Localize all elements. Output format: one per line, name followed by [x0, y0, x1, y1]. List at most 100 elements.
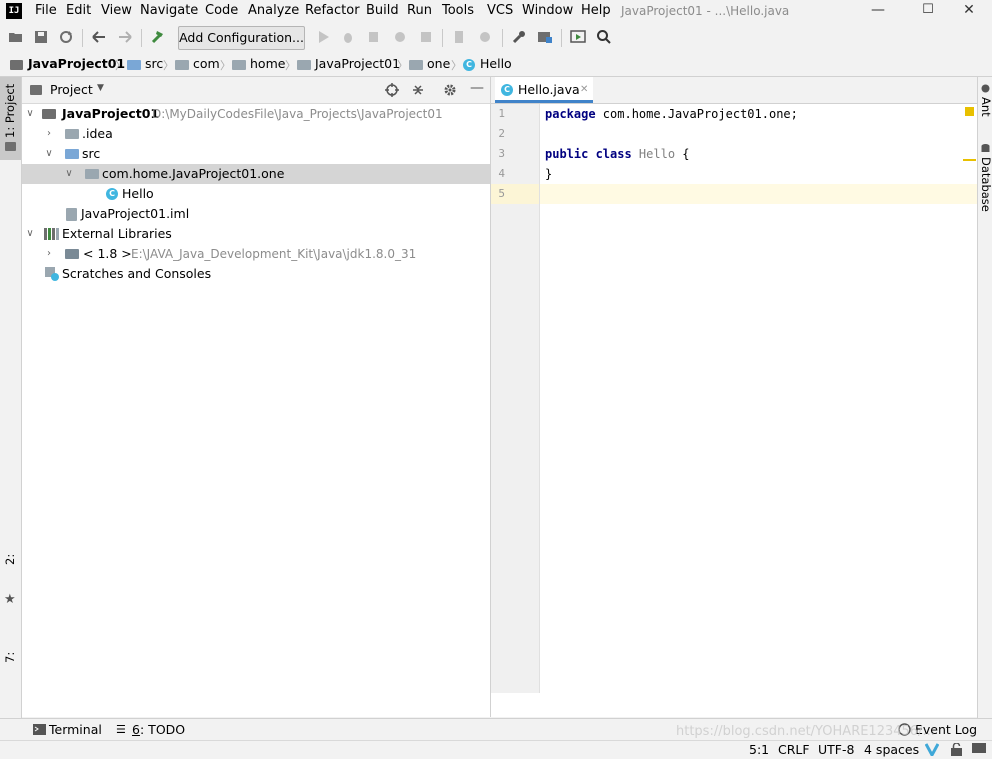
- tab-hello-java[interactable]: C Hello.java ✕: [495, 77, 593, 103]
- code-line-3[interactable]: public class Hello {: [545, 144, 690, 164]
- vcs-update-icon[interactable]: [477, 29, 493, 45]
- tree-item-project-root[interactable]: ∨ JavaProject01 D:\MyDailyCodesFile\Java…: [22, 104, 490, 124]
- indent-setting[interactable]: 4 spaces: [864, 742, 919, 758]
- chevron-down-icon[interactable]: ∨: [43, 144, 55, 164]
- notification-icon[interactable]: [972, 743, 986, 756]
- project-view-selector[interactable]: Project: [50, 82, 93, 98]
- lock-icon[interactable]: [951, 743, 962, 756]
- jdk-folder-icon: [65, 249, 79, 259]
- vcs-check-icon[interactable]: [925, 743, 939, 756]
- favorites-tool-tab[interactable]: 2: Favorites: [0, 527, 38, 591]
- folder-icon: [65, 129, 79, 139]
- breadcrumb-src[interactable]: src: [145, 56, 163, 72]
- sync-icon[interactable]: [58, 29, 74, 45]
- stop-icon[interactable]: [418, 29, 434, 45]
- breadcrumb-com[interactable]: com: [193, 56, 220, 72]
- package-folder-icon: [232, 60, 246, 70]
- code-line-4[interactable]: }: [545, 164, 552, 184]
- structure-tool-tab[interactable]: 7: Structure: [0, 624, 38, 690]
- ant-icon: [981, 84, 990, 93]
- menu-analyze[interactable]: Analyze: [248, 3, 299, 19]
- maximize-button[interactable]: ☐: [905, 0, 951, 22]
- project-tool-tab[interactable]: 1: Project: [0, 83, 21, 139]
- tree-item-src[interactable]: ∨ src: [22, 144, 490, 164]
- line-number: 4: [498, 167, 505, 180]
- caret-position[interactable]: 5:1: [749, 742, 769, 758]
- line-number: 1: [498, 107, 505, 120]
- build-hammer-icon[interactable]: [150, 29, 166, 45]
- breadcrumb-home[interactable]: home: [250, 56, 285, 72]
- hide-panel-icon[interactable]: —: [470, 80, 484, 96]
- tree-item-external-libraries[interactable]: ∨ External Libraries: [22, 224, 490, 244]
- search-icon[interactable]: [596, 29, 612, 45]
- terminal-icon: [33, 724, 46, 735]
- gear-icon[interactable]: [443, 83, 457, 97]
- menu-help[interactable]: Help: [581, 3, 611, 19]
- menu-navigate[interactable]: Navigate: [140, 3, 198, 19]
- minimize-button[interactable]: —: [855, 0, 901, 22]
- forward-arrow-icon[interactable]: [117, 29, 133, 45]
- open-folder-icon[interactable]: [8, 29, 24, 45]
- current-line-highlight: [540, 184, 977, 204]
- status-bar: 5:1 CRLF UTF-8 4 spaces: [0, 740, 992, 759]
- tree-item-hello-class[interactable]: C Hello: [22, 184, 490, 204]
- ant-tool-tab[interactable]: Ant: [978, 97, 992, 127]
- analysis-status-icon[interactable]: [965, 107, 974, 116]
- source-folder-icon: [127, 60, 141, 70]
- chevron-down-icon[interactable]: ∨: [63, 164, 75, 184]
- menu-refactor[interactable]: Refactor: [305, 3, 360, 19]
- menu-view[interactable]: View: [101, 3, 132, 19]
- menu-edit[interactable]: Edit: [66, 3, 91, 19]
- menu-run[interactable]: Run: [407, 3, 432, 19]
- attach-icon[interactable]: [451, 29, 467, 45]
- profile-icon[interactable]: [392, 29, 408, 45]
- debug-icon[interactable]: [340, 29, 356, 45]
- chevron-down-icon[interactable]: ▼: [97, 83, 104, 93]
- tree-label: < 1.8 >: [83, 246, 132, 261]
- chevron-right-icon[interactable]: ›: [43, 244, 55, 264]
- project-structure-icon[interactable]: [537, 29, 553, 45]
- collapse-all-icon[interactable]: [411, 83, 425, 97]
- tree-item-iml[interactable]: JavaProject01.iml: [22, 204, 490, 224]
- terminal-tab[interactable]: Terminal: [49, 722, 102, 738]
- breadcrumb-project[interactable]: JavaProject01: [28, 56, 125, 72]
- menu-vcs[interactable]: VCS: [487, 3, 513, 19]
- file-encoding[interactable]: UTF-8: [818, 742, 854, 758]
- todo-tab-number[interactable]: 6: [132, 722, 140, 738]
- chevron-right-icon[interactable]: ›: [43, 124, 55, 144]
- close-tab-icon[interactable]: ✕: [580, 82, 588, 98]
- database-tool-tab[interactable]: Database: [978, 157, 992, 217]
- settings-wrench-icon[interactable]: [511, 29, 527, 45]
- menu-window[interactable]: Window: [522, 3, 573, 19]
- tree-item-idea[interactable]: › .idea: [22, 124, 490, 144]
- back-arrow-icon[interactable]: [91, 29, 107, 45]
- run-icon[interactable]: [315, 29, 331, 45]
- menu-code[interactable]: Code: [205, 3, 238, 19]
- run-configuration-dropdown[interactable]: Add Configuration...: [178, 26, 305, 50]
- locate-file-icon[interactable]: [385, 83, 399, 97]
- class-icon: C: [106, 188, 118, 200]
- toolbar-separator: [141, 29, 142, 47]
- menu-build[interactable]: Build: [366, 3, 399, 19]
- presentation-mode-icon[interactable]: [570, 29, 586, 45]
- coverage-icon[interactable]: [366, 29, 382, 45]
- main-toolbar: Add Configuration...: [0, 22, 992, 54]
- breadcrumb-hello[interactable]: Hello: [480, 56, 512, 72]
- tree-item-jdk[interactable]: › < 1.8 > E:\JAVA_Java_Development_Kit\J…: [22, 244, 490, 264]
- breadcrumb-one[interactable]: one: [427, 56, 450, 72]
- todo-tab[interactable]: : TODO: [140, 722, 185, 738]
- breadcrumb-javaproject01[interactable]: JavaProject01: [315, 56, 400, 72]
- chevron-down-icon[interactable]: ∨: [24, 224, 36, 244]
- tree-item-scratches[interactable]: Scratches and Consoles: [22, 264, 490, 284]
- chevron-down-icon[interactable]: ∨: [24, 104, 36, 124]
- code-line-1[interactable]: package com.home.JavaProject01.one;: [545, 104, 798, 124]
- tree-item-package[interactable]: ∨ com.home.JavaProject01.one: [22, 164, 490, 184]
- close-button[interactable]: ✕: [946, 0, 992, 22]
- line-separator[interactable]: CRLF: [778, 742, 810, 758]
- menu-file[interactable]: File: [35, 3, 57, 19]
- libraries-icon: [44, 228, 59, 240]
- warning-marker[interactable]: [963, 159, 976, 161]
- save-all-icon[interactable]: [33, 29, 49, 45]
- menu-tools[interactable]: Tools: [442, 3, 474, 19]
- scratches-icon: [45, 267, 59, 281]
